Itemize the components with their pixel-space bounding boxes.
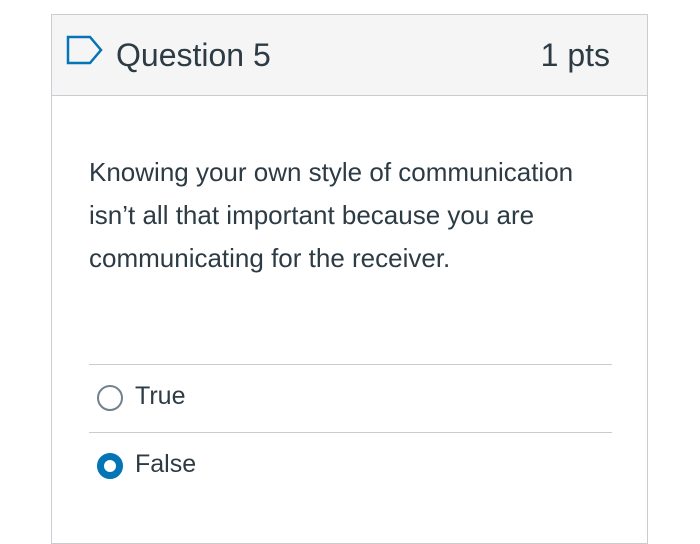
answer-option-false[interactable]: False: [89, 433, 612, 493]
answer-option-true[interactable]: True: [89, 365, 612, 425]
question-card: Question 5 1 pts Knowing your own style …: [51, 14, 648, 544]
question-title: Question 5: [116, 37, 271, 73]
flag-question-icon[interactable]: [66, 35, 104, 65]
question-header: Question 5 1 pts: [52, 15, 647, 96]
question-points: 1 pts: [540, 37, 610, 73]
answer-label[interactable]: False: [135, 448, 196, 480]
answer-label[interactable]: True: [135, 380, 185, 412]
question-text: Knowing your own style of communication …: [89, 157, 574, 273]
radio-selected-icon[interactable]: [97, 453, 123, 479]
radio-unselected-icon[interactable]: [97, 385, 123, 411]
